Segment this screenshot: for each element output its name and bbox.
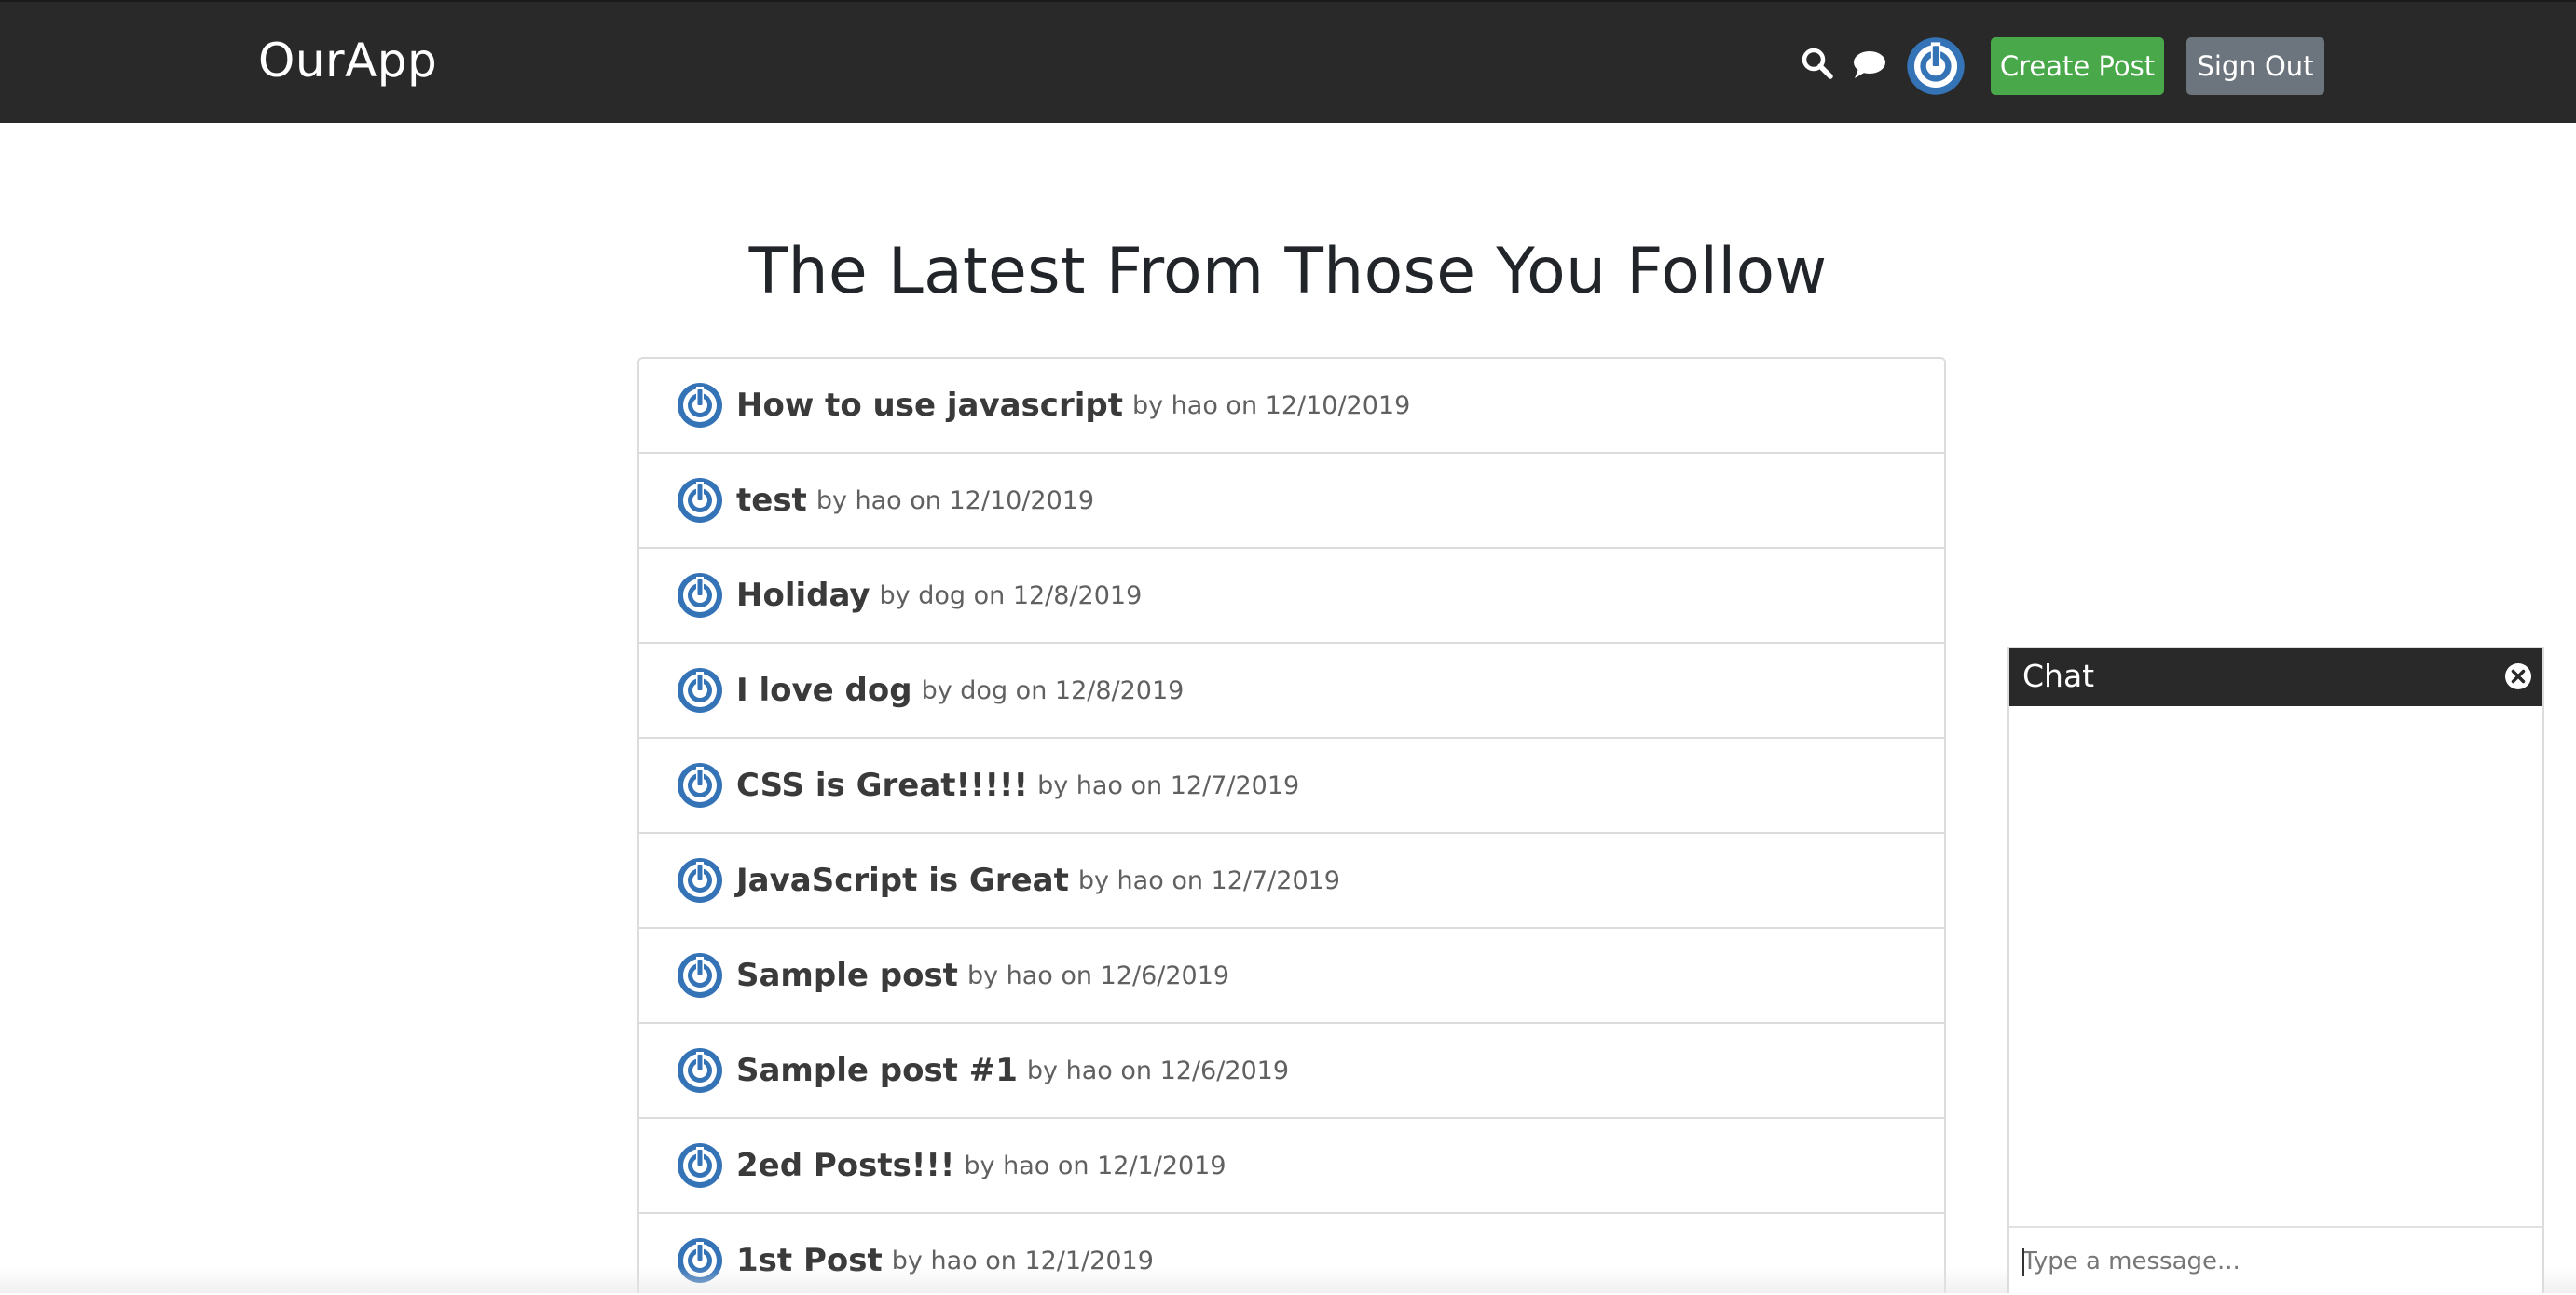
author-avatar-icon xyxy=(677,477,723,524)
user-avatar[interactable] xyxy=(1906,36,1966,96)
close-icon[interactable] xyxy=(2503,661,2533,691)
post-meta: by dog on 12/8/2019 xyxy=(921,675,1185,705)
post-meta: by dog on 12/8/2019 xyxy=(879,580,1143,610)
post-title[interactable]: Sample post xyxy=(736,957,958,994)
post-meta: by hao on 12/7/2019 xyxy=(1037,770,1300,800)
chat-title: Chat xyxy=(2022,658,2095,694)
post-title[interactable]: I love dog xyxy=(736,672,912,709)
author-avatar-icon xyxy=(677,667,723,714)
post-list-item[interactable]: CSS is Great!!!!! by hao on 12/7/2019 xyxy=(639,739,1944,834)
brand-logo[interactable]: OurApp xyxy=(258,34,437,88)
post-list-item[interactable]: 2ed Posts!!! by hao on 12/1/2019 xyxy=(639,1119,1944,1214)
post-list-item[interactable]: 1st Post by hao on 12/1/2019 xyxy=(639,1214,1944,1293)
author-avatar-icon xyxy=(677,1047,723,1094)
post-meta: by hao on 12/10/2019 xyxy=(815,485,1095,515)
post-list-item[interactable]: Sample post by hao on 12/6/2019 xyxy=(639,929,1944,1024)
search-icon[interactable] xyxy=(1801,47,1834,80)
post-list-item[interactable]: Sample post #1 by hao on 12/6/2019 xyxy=(639,1024,1944,1119)
post-meta: by hao on 12/10/2019 xyxy=(1131,390,1411,420)
post-list-item[interactable]: Holiday by dog on 12/8/2019 xyxy=(639,549,1944,644)
text-caret xyxy=(2022,1248,2024,1276)
post-meta: by hao on 12/7/2019 xyxy=(1077,866,1340,895)
post-title[interactable]: CSS is Great!!!!! xyxy=(736,767,1028,804)
create-post-button[interactable]: Create Post xyxy=(1991,37,2164,95)
chat-header: Chat xyxy=(2009,648,2542,706)
post-feed-list: How to use javascript by hao on 12/10/201… xyxy=(637,357,1946,1293)
author-avatar-icon xyxy=(677,1237,723,1284)
post-meta: by hao on 12/1/2019 xyxy=(891,1246,1154,1275)
post-title[interactable]: JavaScript is Great xyxy=(736,862,1069,899)
post-title[interactable]: Holiday xyxy=(736,577,870,614)
post-title[interactable]: Sample post #1 xyxy=(736,1052,1018,1089)
chat-message-input[interactable] xyxy=(2009,1226,2542,1295)
post-list-item[interactable]: How to use javascript by hao on 12/10/201… xyxy=(639,359,1944,454)
chat-bubble-icon[interactable] xyxy=(1852,48,1887,80)
chat-panel: Chat xyxy=(2007,647,2544,1295)
post-title[interactable]: 2ed Posts!!! xyxy=(736,1147,954,1184)
top-navbar: OurApp Create Post Sign Out xyxy=(0,0,2576,123)
post-meta: by hao on 12/6/2019 xyxy=(1026,1056,1290,1085)
post-title[interactable]: test xyxy=(736,482,807,519)
post-meta: by hao on 12/6/2019 xyxy=(966,961,1230,990)
post-meta: by hao on 12/1/2019 xyxy=(964,1151,1226,1180)
page-title: The Latest From Those You Follow xyxy=(748,235,1828,308)
post-list-item[interactable]: I love dog by dog on 12/8/2019 xyxy=(639,644,1944,739)
author-avatar-icon xyxy=(677,382,723,429)
author-avatar-icon xyxy=(677,572,723,619)
author-avatar-icon xyxy=(677,762,723,809)
chat-log xyxy=(2009,706,2542,1226)
post-title[interactable]: 1st Post xyxy=(736,1242,883,1279)
author-avatar-icon xyxy=(677,1142,723,1189)
post-list-item[interactable]: JavaScript is Great by hao on 12/7/2019 xyxy=(639,834,1944,929)
author-avatar-icon xyxy=(677,857,723,904)
post-title[interactable]: How to use javascript xyxy=(736,387,1123,424)
sign-out-button[interactable]: Sign Out xyxy=(2186,37,2324,95)
post-list-item[interactable]: test by hao on 12/10/2019 xyxy=(639,454,1944,549)
author-avatar-icon xyxy=(677,952,723,999)
